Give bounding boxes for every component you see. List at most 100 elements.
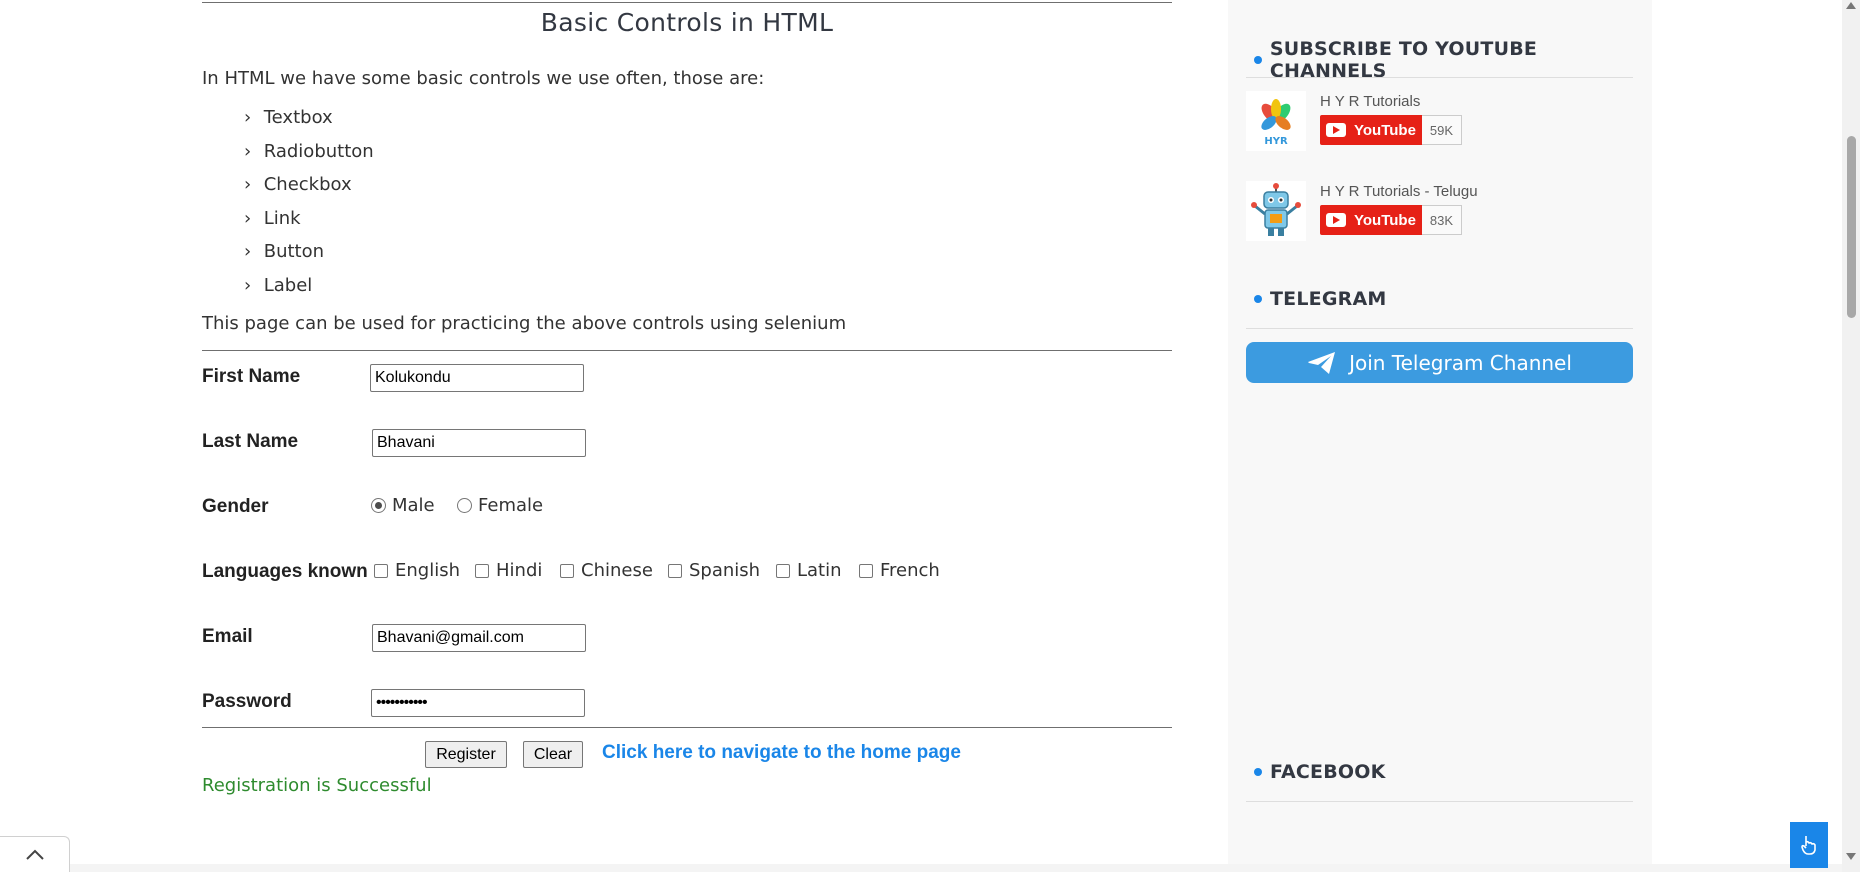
register-button[interactable]: Register [425, 741, 507, 768]
join-telegram-button[interactable]: Join Telegram Channel [1246, 342, 1633, 383]
language-latin-option[interactable]: Latin [776, 560, 842, 581]
list-item-label: Textbox [263, 107, 333, 128]
bullet-icon [1254, 295, 1262, 303]
list-item-label: Radiobutton [263, 140, 374, 162]
hand-pointer-icon [1801, 836, 1816, 855]
join-telegram-label: Join Telegram Channel [1349, 350, 1572, 375]
spanish-checkbox[interactable] [668, 563, 682, 578]
list-item: › Label [244, 272, 374, 306]
back-to-top-button[interactable] [0, 836, 70, 872]
chevron-right-icon: › [244, 207, 252, 229]
intro-text: In HTML we have some basic controls we u… [202, 68, 765, 89]
chinese-checkbox[interactable] [560, 563, 574, 578]
youtube-heading-label: SUBSCRIBE TO YOUTUBE CHANNELS [1269, 38, 1538, 82]
list-item-label: Button [263, 241, 325, 263]
svg-text:HYR: HYR [1264, 136, 1288, 147]
language-english-option[interactable]: English [374, 560, 460, 581]
page-scrollbar[interactable] [1842, 0, 1860, 872]
telegram-heading-label: TELEGRAM [1270, 288, 1387, 310]
list-item: › Radiobutton [244, 138, 374, 172]
bullet-icon [1254, 56, 1262, 64]
language-chinese-option[interactable]: Chinese [560, 560, 653, 581]
floating-action-button[interactable] [1790, 822, 1828, 868]
last-name-label: Last Name [202, 431, 299, 452]
bottom-strip [70, 864, 1842, 872]
first-name-label: First Name [202, 366, 301, 387]
page-title: Basic Controls in HTML [540, 8, 834, 37]
form-bottom-divider [202, 727, 1172, 728]
english-label: English [395, 560, 460, 581]
channel-name[interactable]: H Y R Tutorials [1320, 93, 1420, 110]
email-label: Email [202, 626, 253, 647]
youtube-channel: HYR H Y R Tutorials YouTube 59K [1246, 91, 1633, 151]
youtube-label: YouTube [1354, 211, 1416, 229]
practice-text: This page can be used for practicing the… [202, 313, 847, 334]
youtube-heading-divider [1246, 77, 1633, 78]
latin-checkbox[interactable] [776, 563, 790, 578]
language-spanish-option[interactable]: Spanish [668, 560, 760, 581]
form-top-divider [202, 350, 1172, 351]
list-item-label: Link [263, 207, 301, 229]
english-checkbox[interactable] [374, 563, 388, 578]
controls-list: › Textbox › Radiobutton › Checkbox › Lin… [244, 104, 374, 306]
telegram-heading-divider [1246, 328, 1633, 329]
list-item: › Textbox [244, 104, 374, 138]
chevron-right-icon: › [244, 107, 252, 128]
list-item: › Button [244, 238, 374, 272]
subscriber-count: 59K [1422, 115, 1462, 145]
last-name-field[interactable]: Bhavani [372, 429, 586, 457]
male-radio[interactable] [371, 498, 386, 513]
youtube-heading: SUBSCRIBE TO YOUTUBE CHANNELS [1254, 38, 1652, 82]
scroll-up-arrow[interactable] [1846, 2, 1856, 9]
female-radio-label: Female [478, 495, 544, 516]
list-item-label: Label [263, 274, 313, 296]
latin-label: Latin [797, 560, 842, 581]
female-radio[interactable] [457, 498, 472, 513]
sidebar: SUBSCRIBE TO YOUTUBE CHANNELS HYR H Y R … [1228, 0, 1652, 872]
youtube-subscribe-button[interactable]: YouTube 83K [1320, 205, 1462, 235]
subscriber-count: 83K [1422, 205, 1462, 235]
chevron-right-icon: › [244, 140, 252, 162]
youtube-label-box[interactable]: YouTube [1320, 205, 1422, 235]
top-divider [202, 2, 1172, 3]
facebook-heading-label: FACEBOOK [1270, 761, 1386, 783]
registration-status: Registration is Successful [202, 775, 432, 796]
hindi-checkbox[interactable] [475, 563, 489, 578]
list-item: › Link [244, 205, 374, 239]
hyr-logo[interactable]: HYR [1246, 91, 1306, 151]
chinese-label: Chinese [581, 560, 653, 581]
male-radio-label: Male [392, 495, 435, 516]
chevron-right-icon: › [244, 274, 252, 296]
hindi-label: Hindi [496, 560, 543, 581]
clear-button[interactable]: Clear [523, 741, 583, 768]
chevron-up-icon [25, 849, 44, 860]
gender-female-option[interactable]: Female [457, 495, 543, 516]
chevron-right-icon: › [244, 174, 252, 196]
main-content: Basic Controls in HTML In HTML we have s… [202, 0, 1172, 872]
paper-plane-icon [1308, 351, 1336, 374]
list-item-label: Checkbox [263, 174, 352, 196]
french-label: French [880, 560, 940, 581]
spanish-label: Spanish [689, 560, 761, 581]
scroll-down-arrow[interactable] [1846, 853, 1856, 860]
bullet-icon [1254, 768, 1262, 776]
home-page-link[interactable]: Click here to navigate to the home page [602, 742, 961, 764]
channel-name[interactable]: H Y R Tutorials - Telugu [1320, 183, 1478, 200]
email-field[interactable]: Bhavani@gmail.com [372, 624, 586, 652]
password-field[interactable]: ••••••••••• [371, 689, 585, 717]
gender-male-option[interactable]: Male [371, 495, 435, 516]
youtube-subscribe-button[interactable]: YouTube 59K [1320, 115, 1462, 145]
gender-label: Gender [202, 496, 269, 517]
language-hindi-option[interactable]: Hindi [475, 560, 542, 581]
scroll-thumb[interactable] [1847, 136, 1856, 318]
language-french-option[interactable]: French [859, 560, 940, 581]
chevron-right-icon: › [244, 241, 252, 263]
french-checkbox[interactable] [859, 563, 873, 578]
telegram-heading: TELEGRAM [1254, 288, 1386, 310]
first-name-field[interactable]: Kolukondu [370, 364, 584, 392]
robot-logo[interactable] [1246, 181, 1306, 241]
youtube-label-box[interactable]: YouTube [1320, 115, 1422, 145]
password-label: Password [202, 691, 292, 712]
youtube-play-icon [1326, 123, 1346, 137]
youtube-label: YouTube [1354, 121, 1416, 139]
